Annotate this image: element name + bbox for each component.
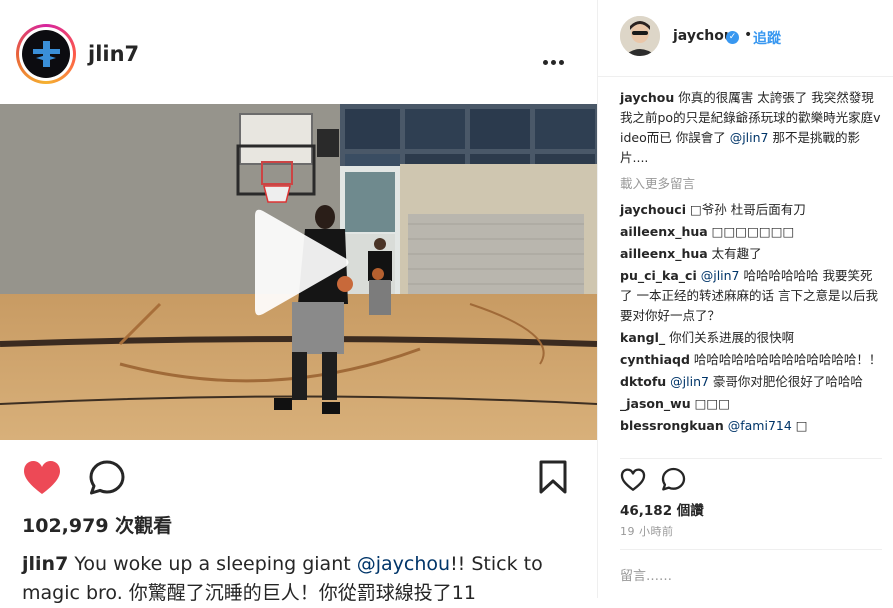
comment-item: _jason_wu □□□ [620, 394, 882, 414]
sidebar-author-handle[interactable]: jaychou [673, 28, 734, 44]
like-count[interactable]: 46,182 個讚 [620, 499, 704, 519]
author-avatar[interactable] [16, 24, 76, 84]
verified-icon: ✓ [726, 31, 739, 44]
comment-user[interactable]: _jason_wu [620, 396, 691, 411]
author-handle[interactable]: jlin7 [88, 40, 139, 68]
comment-user[interactable]: jaychouci [620, 202, 686, 217]
comments-panel: jaychou ✓ • 追蹤 jaychou 你真的很厲害 太誇張了 我突然發現… [598, 0, 893, 598]
comment-user[interactable]: ailleenx_hua [620, 246, 708, 261]
follow-button[interactable]: 追蹤 [753, 28, 781, 48]
comment-user[interactable]: jaychou [620, 90, 674, 105]
bookmark-icon[interactable] [538, 460, 568, 498]
comment-user[interactable]: dktofu [620, 374, 666, 389]
add-comment-input[interactable]: 留言…… [620, 565, 672, 584]
post-timestamp: 19 小時前 [620, 525, 674, 538]
divider [620, 458, 882, 459]
more-options-icon[interactable] [543, 50, 567, 69]
comment-item: ailleenx_hua 太有趣了 [620, 244, 882, 264]
comment-mention[interactable]: @jlin7 [701, 268, 740, 283]
comment-user[interactable]: kangl_ [620, 330, 665, 345]
video-player[interactable] [0, 104, 597, 440]
comment-user[interactable]: ailleenx_hua [620, 224, 708, 239]
comment-mention[interactable]: @jlin7 [730, 130, 769, 145]
comment-mention[interactable]: @fami714 [728, 418, 792, 433]
comment-list: jaychou 你真的很厲害 太誇張了 我突然發現我之前po的只是紀錄爺孫玩球的… [620, 88, 882, 438]
comment-user[interactable]: pu_ci_ka_ci [620, 268, 697, 283]
separator-dot: • [744, 27, 753, 43]
caption-author[interactable]: jlin7 [22, 553, 68, 575]
comment-item: jaychouci □爷孙 杜哥后面有刀 [620, 200, 882, 220]
comment-text: □□□ [690, 396, 730, 411]
view-count[interactable]: 102,979 次觀看 [22, 511, 172, 538]
sidebar-heart-icon[interactable] [620, 468, 646, 496]
comment-item: blessrongkuan @fami714 □ [620, 416, 882, 436]
comment-item: pu_ci_ka_ci @jlin7 哈哈哈哈哈哈 我要笑死了 一本正经的转述麻… [620, 266, 882, 326]
comment-tail: 豪哥你对肥伦很好了哈哈哈 [708, 374, 863, 389]
comment-mention[interactable]: @jlin7 [670, 374, 709, 389]
divider [620, 549, 882, 550]
comment-text: □□□□□□□ [707, 224, 795, 239]
caption-mention[interactable]: @jaychou [357, 553, 450, 575]
jaychou-avatar[interactable] [620, 16, 660, 56]
avatar-logo [22, 30, 70, 78]
post-caption: jlin7 You woke up a sleeping giant @jayc… [22, 550, 582, 608]
comment-item: ailleenx_hua □□□□□□□ [620, 222, 882, 242]
comment-item: kangl_ 你们关系进展的很快啊 [620, 328, 882, 348]
like-heart-icon[interactable] [22, 460, 62, 500]
comment-item: dktofu @jlin7 豪哥你对肥伦很好了哈哈哈 [620, 372, 882, 392]
comment-text: 太有趣了 [707, 246, 762, 261]
comment-text: 你们关系进展的很快啊 [665, 330, 795, 345]
comment-item: cynthiaqd 哈哈哈哈哈哈哈哈哈哈哈哈哈！！ [620, 350, 882, 370]
sidebar-comment-icon[interactable] [661, 467, 686, 496]
load-more-comments[interactable]: 載入更多留言 [620, 174, 882, 194]
caption-text-1: You woke up a sleeping giant [68, 553, 357, 575]
comment-user[interactable]: cynthiaqd [620, 352, 690, 367]
post-panel: jlin7 102,979 次觀看 jlin7 You woke up a sl… [0, 0, 597, 604]
comment-user[interactable]: blessrongkuan [620, 418, 724, 433]
sidebar-header: jaychou ✓ • 追蹤 [598, 0, 893, 77]
comment-text: 哈哈哈哈哈哈哈哈哈哈哈哈哈！！ [689, 352, 882, 367]
comment-item: jaychou 你真的很厲害 太誇張了 我突然發現我之前po的只是紀錄爺孫玩球的… [620, 88, 882, 168]
comment-text: □爷孙 杜哥后面有刀 [685, 202, 806, 217]
video-frame [0, 104, 597, 440]
comment-icon[interactable] [88, 459, 126, 501]
comment-tail: □ [791, 418, 808, 433]
post-header: jlin7 [0, 0, 597, 104]
